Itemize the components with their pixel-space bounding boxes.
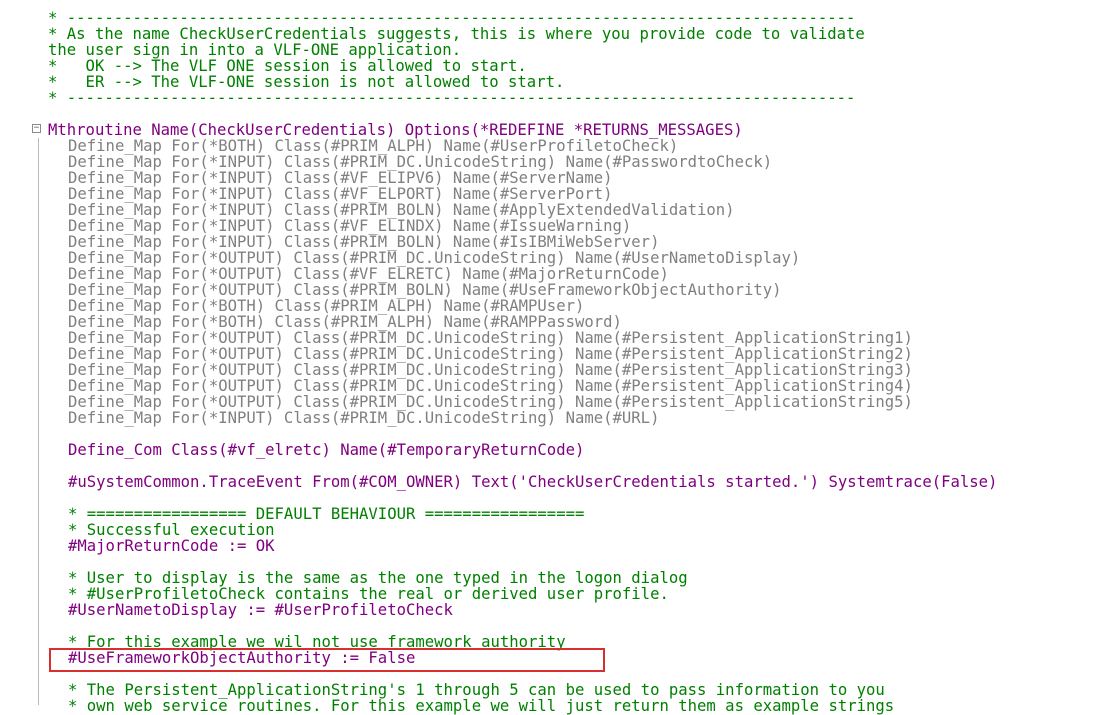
code-line-define-map[interactable]: Define_Map For(*OUTPUT) Class(#PRIM_BOLN… [68, 282, 782, 298]
code-line-define-map[interactable]: Define_Map For(*OUTPUT) Class(#PRIM_DC.U… [68, 362, 913, 378]
code-line-define-com[interactable]: Define_Com Class(#vf_elretc) Name(#Tempo… [68, 442, 584, 458]
code-line-define-map[interactable]: Define_Map For(*BOTH) Class(#PRIM_ALPH) … [68, 314, 622, 330]
code-line-define-map[interactable]: Define_Map For(*INPUT) Class(#VF_ELINDX)… [68, 218, 631, 234]
code-line-mthroutine[interactable]: Mthroutine Name(CheckUserCredentials) Op… [48, 122, 743, 138]
code-line-comment[interactable]: * As the name CheckUserCredentials sugge… [48, 26, 865, 42]
code-line-define-map[interactable]: Define_Map For(*OUTPUT) Class(#PRIM_DC.U… [68, 346, 913, 362]
code-editor[interactable]: − * ------------------------------------… [0, 0, 1111, 714]
code-line-comment[interactable]: * ER --> The VLF-ONE session is not allo… [48, 74, 564, 90]
code-line-comment[interactable]: * Successful execution [68, 522, 275, 538]
code-line-define-map[interactable]: Define_Map For(*BOTH) Class(#PRIM_ALPH) … [68, 298, 584, 314]
code-line-comment[interactable]: the user sign in into a VLF-ONE applicat… [48, 42, 461, 58]
code-line-assignment[interactable]: #UserNametoDisplay := #UserProfiletoChec… [68, 602, 453, 618]
red-highlight-box [49, 648, 605, 672]
code-line-define-map[interactable]: Define_Map For(*OUTPUT) Class(#PRIM_DC.U… [68, 330, 913, 346]
code-line-define-map[interactable]: Define_Map For(*INPUT) Class(#PRIM_DC.Un… [68, 154, 772, 170]
code-line-define-map[interactable]: Define_Map For(*OUTPUT) Class(#VF_ELRETC… [68, 266, 669, 282]
code-line-comment-partial[interactable]: * own web service routines. For this exa… [68, 698, 894, 714]
code-line-comment-separator-top[interactable]: * --------------------------------------… [48, 10, 855, 26]
code-line-define-map[interactable]: Define_Map For(*INPUT) Class(#PRIM_DC.Un… [68, 410, 659, 426]
code-line-define-map[interactable]: Define_Map For(*BOTH) Class(#PRIM_ALPH) … [68, 138, 678, 154]
code-line-comment[interactable]: * #UserProfiletoCheck contains the real … [68, 586, 669, 602]
code-line-define-map[interactable]: Define_Map For(*INPUT) Class(#PRIM_BOLN)… [68, 202, 735, 218]
code-line-assignment[interactable]: #MajorReturnCode := OK [68, 538, 275, 554]
code-line-define-map[interactable]: Define_Map For(*INPUT) Class(#VF_ELPORT)… [68, 186, 613, 202]
code-line-define-map[interactable]: Define_Map For(*OUTPUT) Class(#PRIM_DC.U… [68, 250, 800, 266]
code-line-comment-separator-bottom[interactable]: * --------------------------------------… [48, 90, 855, 106]
fold-guide-line [38, 138, 39, 705]
code-line-define-map[interactable]: Define_Map For(*INPUT) Class(#PRIM_BOLN)… [68, 234, 659, 250]
code-line-define-map[interactable]: Define_Map For(*OUTPUT) Class(#PRIM_DC.U… [68, 378, 913, 394]
code-line-define-map[interactable]: Define_Map For(*INPUT) Class(#VF_ELIPV6)… [68, 170, 613, 186]
code-line-comment[interactable]: * OK --> The VLF ONE session is allowed … [48, 58, 527, 74]
code-line-comment[interactable]: * The Persistent_ApplicationString's 1 t… [68, 682, 885, 698]
code-line-comment[interactable]: * User to display is the same as the one… [68, 570, 688, 586]
code-line-comment-default-behaviour[interactable]: * ================= DEFAULT BEHAVIOUR ==… [68, 506, 584, 522]
code-line-trace-event[interactable]: #uSystemCommon.TraceEvent From(#COM_OWNE… [68, 474, 997, 490]
collapse-fold-icon[interactable]: − [32, 124, 41, 133]
code-line-define-map[interactable]: Define_Map For(*OUTPUT) Class(#PRIM_DC.U… [68, 394, 913, 410]
